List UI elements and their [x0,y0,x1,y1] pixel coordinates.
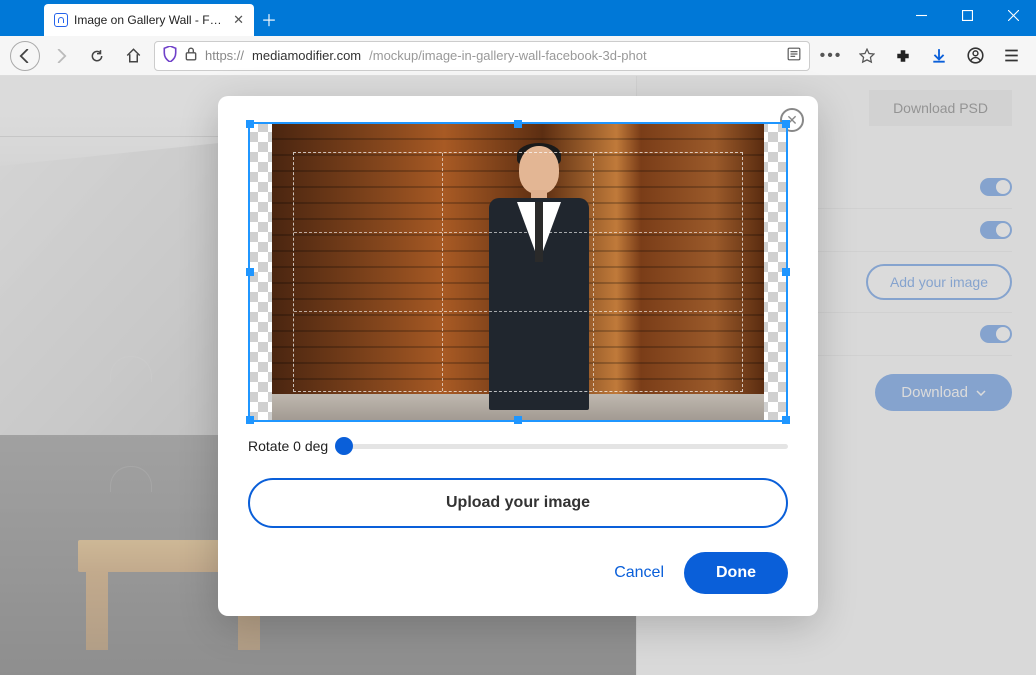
reader-mode-icon[interactable] [787,47,801,64]
page-content: Edit this template Download PSD in a liv… [0,76,1036,675]
page-actions-icon[interactable]: ••• [816,41,846,71]
browser-toolbar: https:// mediamodifier.com/mockup/image-i… [0,36,1036,76]
rotate-label: Rotate 0 deg [248,438,328,454]
done-button[interactable]: Done [684,552,788,594]
bookmark-star-icon[interactable] [852,41,882,71]
crop-handle[interactable] [782,268,790,276]
crop-frame[interactable] [248,122,788,422]
nav-reload-button[interactable] [82,41,112,71]
url-path: /mockup/image-in-gallery-wall-facebook-3… [369,48,779,63]
url-domain: mediamodifier.com [252,48,361,63]
nav-back-button[interactable] [10,41,40,71]
account-icon[interactable] [960,41,990,71]
window-close-button[interactable] [990,0,1036,30]
tracking-shield-icon[interactable] [163,46,177,65]
crop-handle[interactable] [782,416,790,424]
browser-tab[interactable]: Image on Gallery Wall - Facebo ✕ [44,4,254,36]
crop-handle[interactable] [246,120,254,128]
tab-title: Image on Gallery Wall - Facebo [74,13,227,27]
window-titlebar: Image on Gallery Wall - Facebo ✕ ＋ [0,0,1036,36]
lock-icon[interactable] [185,47,197,64]
nav-home-button[interactable] [118,41,148,71]
crop-canvas[interactable] [248,122,788,422]
extensions-icon[interactable] [888,41,918,71]
new-tab-button[interactable]: ＋ [254,4,284,34]
upload-image-button[interactable]: Upload your image [248,478,788,528]
site-favicon [54,13,68,27]
url-bar[interactable]: https:// mediamodifier.com/mockup/image-i… [154,41,810,71]
downloads-icon[interactable] [924,41,954,71]
crop-handle[interactable] [514,120,522,128]
nav-forward-button [46,41,76,71]
url-scheme: https:// [205,48,244,63]
slider-thumb[interactable] [335,437,353,455]
tab-close-icon[interactable]: ✕ [233,12,244,28]
rotate-slider[interactable] [344,444,788,449]
app-menu-icon[interactable] [996,41,1026,71]
crop-handle[interactable] [514,416,522,424]
window-minimize-button[interactable] [898,0,944,30]
image-crop-modal: ✕ Rotate 0 deg Upload your [218,96,818,616]
crop-handle[interactable] [246,268,254,276]
crop-handle[interactable] [782,120,790,128]
modal-overlay: ✕ Rotate 0 deg Upload your [0,76,1036,675]
cancel-button[interactable]: Cancel [614,564,664,582]
crop-handle[interactable] [246,416,254,424]
window-maximize-button[interactable] [944,0,990,30]
